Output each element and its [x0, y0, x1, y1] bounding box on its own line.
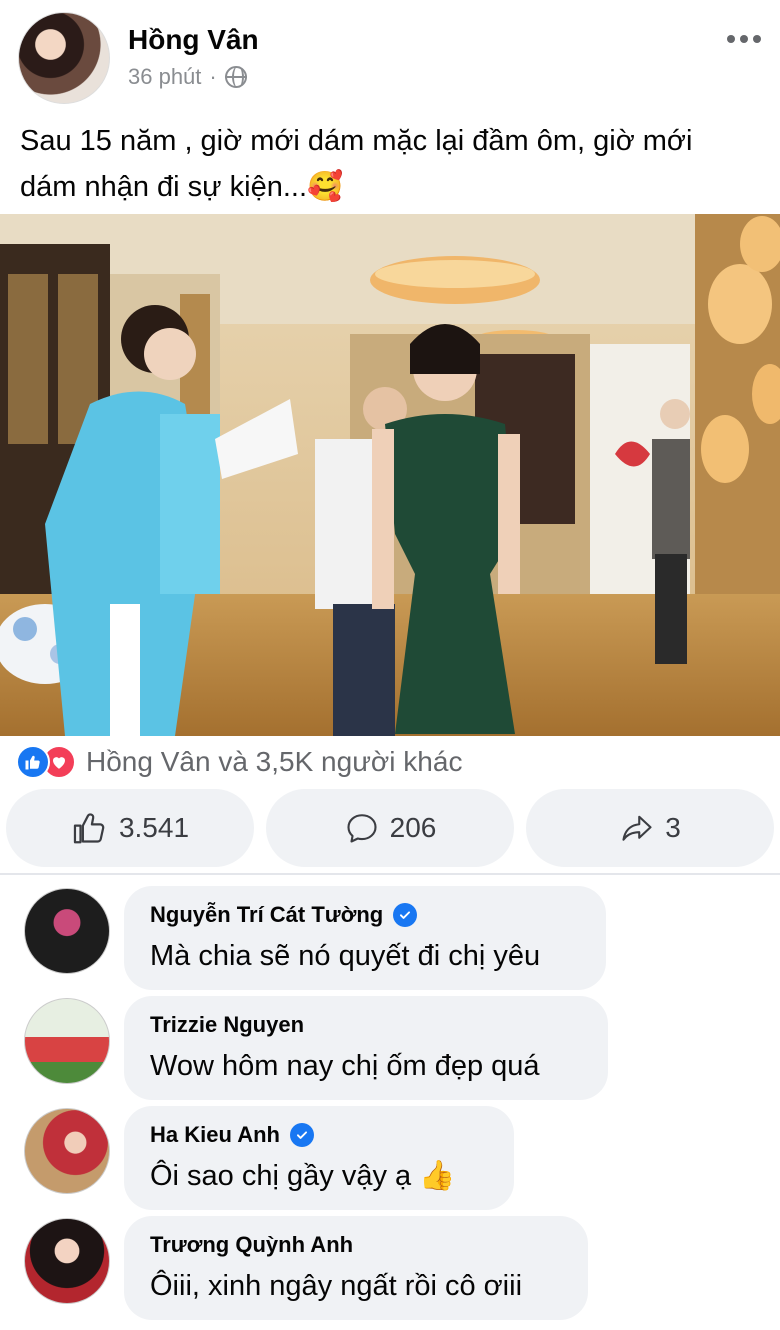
post-time[interactable]: 36 phút — [128, 64, 201, 90]
commenter-name-row: Nguyễn Trí Cát Tường — [150, 900, 580, 930]
post-photo[interactable] — [0, 214, 780, 736]
caption-line-1: Sau 15 năm , giờ mới dám mặc lại đầm ôm,… — [20, 125, 693, 157]
author-avatar[interactable] — [18, 12, 110, 104]
dot-icon — [740, 35, 748, 43]
like-button[interactable]: 3.541 — [6, 789, 254, 867]
like-icon — [16, 745, 50, 779]
commenter-name[interactable]: Trương Quỳnh Anh — [150, 1232, 353, 1258]
verified-badge-icon — [289, 1123, 314, 1147]
commenter-name[interactable]: Trizzie Nguyen — [150, 1012, 304, 1038]
comment-icon — [347, 814, 377, 843]
comment-bubble: Nguyễn Trí Cát Tường Mà chia sẽ nó quyết… — [124, 886, 606, 990]
comment-text: Wow hôm nay chị ốm đẹp quá — [150, 1050, 540, 1082]
reactions-summary[interactable]: Hồng Vân và 3,5K người khác — [16, 742, 462, 782]
like-count: 3.541 — [118, 812, 190, 843]
reactions-text: Hồng Vân và 3,5K người khác — [86, 746, 463, 777]
thumbs-up-emoji: 👍 — [419, 1160, 456, 1192]
comment-count: 206 — [389, 812, 437, 843]
comment-text-row: Ôi sao chị gầy vậy ạ 👍 — [150, 1158, 488, 1194]
verified-badge-icon — [393, 903, 418, 927]
divider — [0, 873, 780, 875]
comment-text: Ôiii, xinh ngây ngất rồi cô ơiii — [150, 1270, 523, 1302]
commenter-avatar[interactable] — [24, 1108, 110, 1194]
share-button[interactable]: 3 — [526, 789, 774, 867]
smiling-hearts-emoji: 🥰 — [307, 171, 344, 203]
comment-text: Ôi sao chị gầy vậy ạ — [150, 1160, 412, 1192]
commenter-name[interactable]: Nguyễn Trí Cát Tường — [150, 902, 383, 928]
event-photo-illustration — [0, 214, 780, 736]
post-meta: 36 phút · — [128, 64, 247, 90]
post-caption: Sau 15 năm , giờ mới dám mặc lại đầm ôm,… — [20, 118, 760, 210]
post-header: Hồng Vân 36 phút · — [0, 0, 780, 110]
commenter-name-row: Ha Kieu Anh — [150, 1120, 488, 1150]
caption-text-2: dám nhận đi sự kiện... — [20, 171, 308, 203]
thumbs-up-icon — [73, 813, 105, 844]
commenter-avatar[interactable] — [24, 1218, 110, 1304]
commenter-avatar[interactable] — [24, 998, 110, 1084]
comment-button[interactable]: 206 — [266, 789, 514, 867]
comment-bubble: Trizzie Nguyen Wow hôm nay chị ốm đẹp qu… — [124, 996, 608, 1100]
meta-separator: · — [209, 64, 217, 89]
commenter-name-row: Trương Quỳnh Anh — [150, 1230, 562, 1260]
comment-text: Mà chia sẽ nó quyết đi chị yêu — [150, 940, 541, 972]
comment-bubble: Ha Kieu Anh Ôi sao chị gầy vậy ạ 👍 — [124, 1106, 514, 1210]
more-options-button[interactable] — [722, 24, 766, 54]
post-actions: 3.541 206 3 — [6, 789, 776, 867]
dot-icon — [727, 35, 735, 43]
commenter-name[interactable]: Ha Kieu Anh — [150, 1122, 280, 1148]
share-icon — [622, 815, 652, 841]
commenter-name-row: Trizzie Nguyen — [150, 1010, 582, 1040]
author-name[interactable]: Hồng Vân — [128, 24, 259, 56]
comment-bubble: Trương Quỳnh Anh Ôiii, xinh ngây ngất rồ… — [124, 1216, 588, 1320]
share-count: 3 — [665, 812, 681, 843]
commenter-avatar[interactable] — [24, 888, 110, 974]
caption-line-2: dám nhận đi sự kiện...🥰 — [20, 164, 760, 210]
globe-icon — [224, 66, 247, 88]
dot-icon — [753, 35, 761, 43]
